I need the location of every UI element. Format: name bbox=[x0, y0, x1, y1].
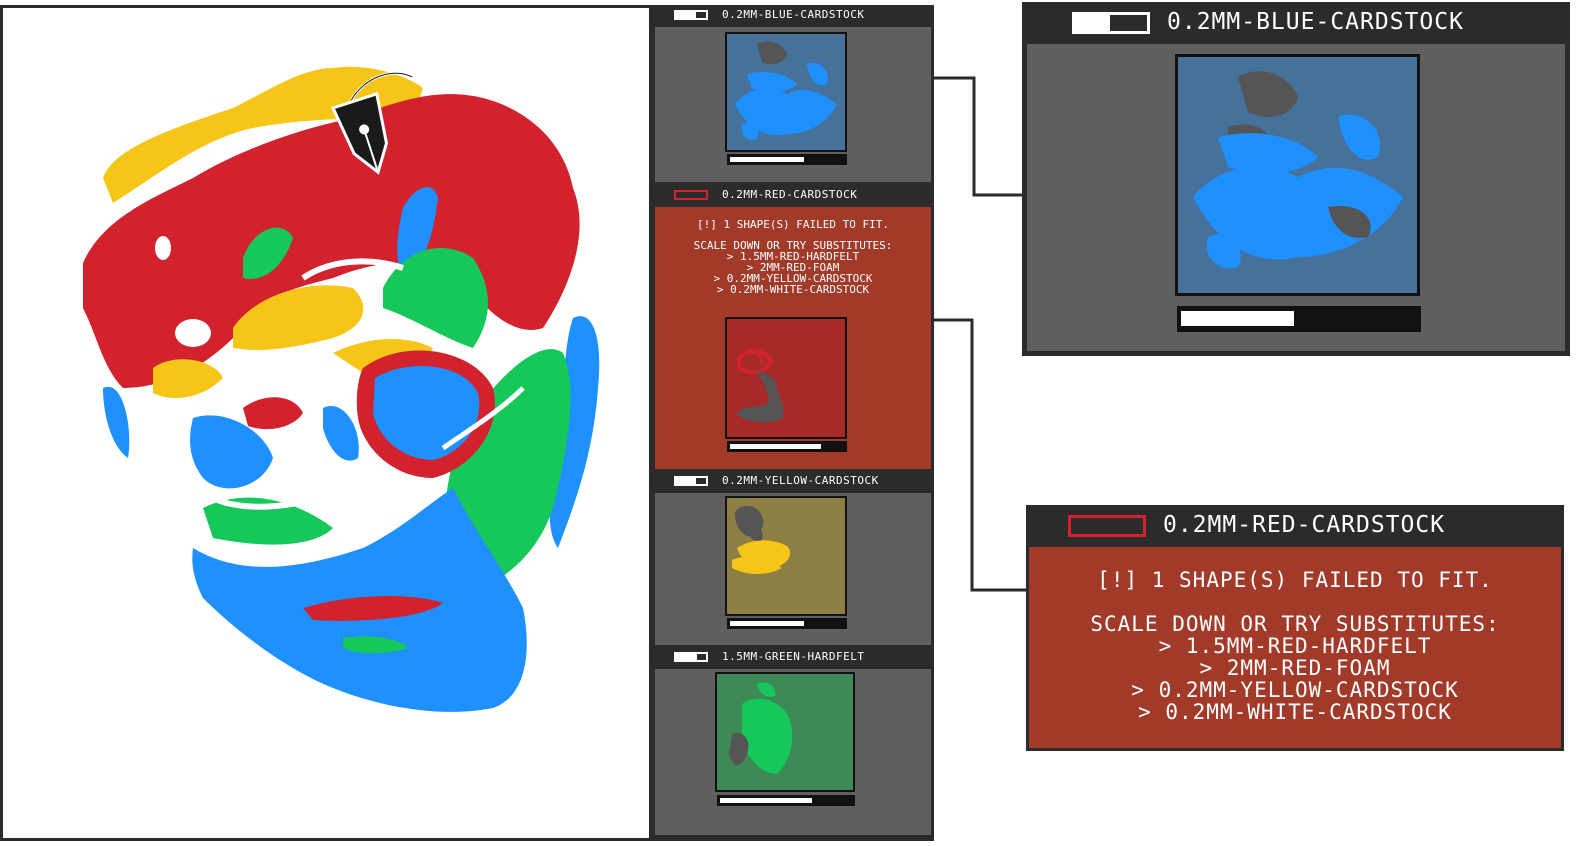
substitute-option[interactable]: > 1.5MM-RED-HARDFELT bbox=[1029, 635, 1561, 657]
detail-header: 0.2MM-BLUE-CARDSTOCK bbox=[1022, 2, 1570, 42]
error-message: [!] 1 SHAPE(S) FAILED TO FIT. bbox=[696, 218, 890, 231]
layer-header: 0.2MM-YELLOW-CARDSTOCK bbox=[652, 471, 934, 491]
layer-progress-bar bbox=[717, 795, 855, 806]
detail-thumbnail[interactable] bbox=[1175, 54, 1420, 296]
layer-label: 0.2MM-BLUE-CARDSTOCK bbox=[722, 8, 865, 21]
thumbnail-preview bbox=[737, 349, 784, 423]
detail-preview bbox=[1193, 71, 1403, 269]
detail-title: 0.2MM-BLUE-CARDSTOCK bbox=[1167, 9, 1464, 35]
layer-progress-bar bbox=[727, 441, 847, 452]
layer-thumbnail[interactable] bbox=[725, 496, 847, 616]
layer-thumbnail[interactable] bbox=[725, 317, 847, 439]
layer-thumbnail[interactable] bbox=[715, 672, 855, 792]
layer-progress-chip bbox=[674, 10, 708, 20]
layer-label: 1.5MM-GREEN-HARDFELT bbox=[722, 650, 865, 663]
layer-red[interactable]: 0.2MM-RED-CARDSTOCK [!] 1 SHAPE(S) FAILE… bbox=[652, 185, 934, 471]
detail-header: 0.2MM-RED-CARDSTOCK bbox=[1026, 505, 1564, 545]
artwork-canvas[interactable] bbox=[0, 5, 652, 841]
detail-progress-chip bbox=[1072, 12, 1150, 34]
face-artwork bbox=[83, 66, 600, 712]
layer-panel: 0.2MM-BLUE-CARDSTOCK 0.2MM-RED-CARDSTOCK… bbox=[652, 5, 934, 841]
layer-header: 1.5MM-GREEN-HARDFELT bbox=[652, 647, 934, 667]
layer-yellow[interactable]: 0.2MM-YELLOW-CARDSTOCK bbox=[652, 471, 934, 647]
detail-progress-chip bbox=[1068, 515, 1146, 537]
substitute-option[interactable]: > 0.2MM-WHITE-CARDSTOCK bbox=[655, 284, 931, 295]
detail-window-red[interactable]: 0.2MM-RED-CARDSTOCK [!] 1 SHAPE(S) FAILE… bbox=[1026, 505, 1564, 751]
detail-window-blue[interactable]: 0.2MM-BLUE-CARDSTOCK bbox=[1022, 2, 1570, 356]
layer-progress-chip bbox=[674, 652, 708, 662]
thumbnail-preview bbox=[735, 41, 837, 140]
layer-error-body: [!] 1 SHAPE(S) FAILED TO FIT. SCALE DOWN… bbox=[655, 207, 931, 469]
substitute-option[interactable]: > 0.2MM-WHITE-CARDSTOCK bbox=[1029, 701, 1561, 723]
layer-progress-chip bbox=[674, 190, 708, 200]
thumbnail-preview bbox=[729, 682, 793, 774]
layer-header: 0.2MM-BLUE-CARDSTOCK bbox=[652, 5, 934, 25]
layer-progress-bar bbox=[727, 618, 847, 629]
layer-header: 0.2MM-RED-CARDSTOCK bbox=[652, 185, 934, 205]
error-hint: SCALE DOWN OR TRY SUBSTITUTES: bbox=[1090, 612, 1500, 636]
layer-progress-chip bbox=[674, 476, 708, 486]
layer-progress-bar bbox=[727, 154, 847, 165]
layer-body bbox=[655, 27, 931, 182]
error-message: [!] 1 SHAPE(S) FAILED TO FIT. bbox=[1097, 568, 1493, 592]
layer-label: 0.2MM-YELLOW-CARDSTOCK bbox=[722, 474, 879, 487]
layer-green[interactable]: 1.5MM-GREEN-HARDFELT bbox=[652, 647, 934, 841]
substitute-option[interactable]: > 0.2MM-YELLOW-CARDSTOCK bbox=[1029, 679, 1561, 701]
detail-body bbox=[1027, 44, 1565, 351]
detail-title: 0.2MM-RED-CARDSTOCK bbox=[1163, 512, 1446, 538]
substitute-option[interactable]: > 2MM-RED-FOAM bbox=[1029, 657, 1561, 679]
layer-blue[interactable]: 0.2MM-BLUE-CARDSTOCK bbox=[652, 5, 934, 185]
layer-label: 0.2MM-RED-CARDSTOCK bbox=[722, 188, 858, 201]
thumbnail-preview bbox=[732, 505, 791, 574]
detail-error-body: [!] 1 SHAPE(S) FAILED TO FIT. SCALE DOWN… bbox=[1029, 547, 1561, 748]
layer-body bbox=[655, 669, 931, 835]
detail-progress-bar bbox=[1177, 306, 1421, 332]
layer-body bbox=[655, 493, 931, 645]
layer-thumbnail[interactable] bbox=[725, 32, 847, 152]
